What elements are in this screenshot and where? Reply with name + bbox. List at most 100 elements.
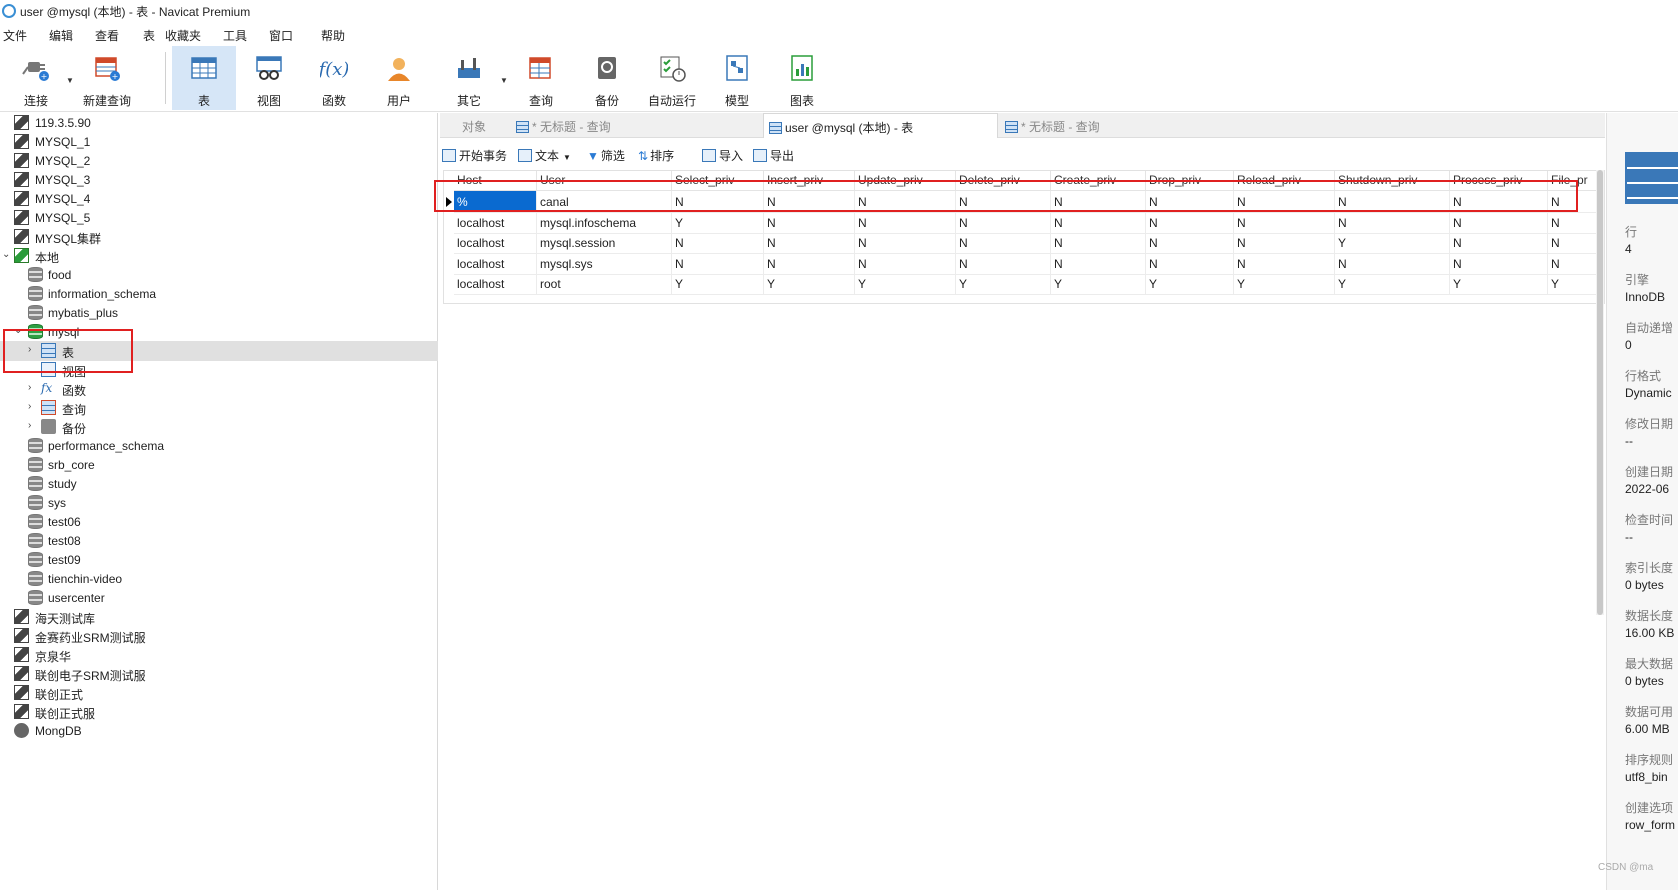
table-cell[interactable]: N [672,191,764,213]
chevron-right-icon[interactable]: › [28,344,31,355]
table-cell[interactable]: localhost [454,232,537,254]
tree-backups[interactable]: › 备份 [0,417,438,437]
auto-run-button[interactable]: 自动运行 [641,46,703,110]
column-header[interactable]: Process_priv [1450,171,1548,191]
tree-database[interactable]: test09 [0,550,438,570]
query-button[interactable]: 查询 [510,46,572,110]
table-cell[interactable]: N [1335,252,1450,275]
table-cell[interactable]: localhost [454,252,537,275]
tree-connection[interactable]: MYSQL_5 [0,208,438,228]
table-cell[interactable]: N [1146,191,1234,213]
table-cell[interactable]: N [764,191,855,213]
tree-views[interactable]: 视图 [0,360,438,380]
tree-database[interactable]: sys [0,493,438,513]
tree-database[interactable]: test08 [0,531,438,551]
backup-button[interactable]: 备份 [576,46,638,110]
column-header[interactable]: Shutdown_priv [1335,171,1450,191]
chevron-right-icon[interactable]: › [28,401,31,412]
tab-untitled-query-1[interactable]: * 无标题 - 查询 [516,113,611,138]
menu-tools[interactable]: 工具 [223,27,247,44]
tab-user-table[interactable]: user @mysql (本地) - 表 [763,113,998,138]
table-cell[interactable]: N [1450,252,1548,275]
tree-database[interactable]: information_schema [0,284,438,304]
function-button[interactable]: f(x) 函数 [303,46,365,110]
table-cell[interactable]: N [855,232,956,254]
table-cell[interactable]: mysql.session [537,232,672,254]
table-cell[interactable]: N [1234,211,1335,234]
tree-connection-local[interactable]: ⌄ 本地 [0,246,438,266]
table-cell[interactable]: root [537,273,672,295]
tree-database-mysql[interactable]: ⌄ mysql [0,322,438,342]
column-header[interactable]: Delete_priv [956,171,1051,191]
tree-connection[interactable]: 联创电子SRM测试服 [0,664,438,684]
tree-database[interactable]: usercenter [0,588,438,608]
table-cell[interactable]: N [855,211,956,234]
tree-connection[interactable]: 金赛药业SRM测试服 [0,626,438,646]
column-header[interactable]: Insert_priv [764,171,855,191]
table-cell[interactable]: Y [1146,273,1234,295]
table-cell[interactable]: localhost [454,211,537,234]
table-cell[interactable]: Y [764,273,855,295]
table-cell[interactable]: Y [672,273,764,295]
tree-functions[interactable]: › fx 函数 [0,379,438,399]
column-header[interactable]: Drop_priv [1146,171,1234,191]
table-cell[interactable]: N [1051,252,1146,275]
tree-database[interactable]: food [0,265,438,285]
tree-connection[interactable]: 联创正式 [0,683,438,703]
table-cell[interactable]: % [454,191,537,213]
tree-connection[interactable]: MYSQL_3 [0,170,438,190]
column-header[interactable]: Host [454,171,537,191]
table-cell[interactable]: N [1335,211,1450,234]
tree-connection[interactable]: MYSQL集群 [0,227,438,247]
column-header[interactable]: Create_priv [1051,171,1146,191]
tree-connection[interactable]: 联创正式服 [0,702,438,722]
tree-database[interactable]: performance_schema [0,436,438,456]
user-button[interactable]: 用户 [368,46,430,110]
table-cell[interactable]: Y [1051,273,1146,295]
table-cell[interactable]: N [1335,191,1450,213]
table-cell[interactable]: N [855,252,956,275]
chevron-down-icon[interactable]: ⌄ [14,325,22,336]
table-cell[interactable]: N [1051,211,1146,234]
table-cell[interactable]: Y [1450,273,1548,295]
tree-queries[interactable]: › 查询 [0,398,438,418]
vertical-scrollbar-thumb[interactable] [1597,170,1603,615]
table-cell[interactable]: localhost [454,273,537,295]
menu-table[interactable]: 表 [143,27,155,44]
menu-window[interactable]: 窗口 [269,27,293,44]
import-button[interactable]: 导入 [702,147,743,164]
menu-file[interactable]: 文件 [3,27,27,44]
table-cell[interactable]: Y [956,273,1051,295]
table-cell[interactable]: Y [672,211,764,234]
connect-dropdown-icon[interactable]: ▼ [66,76,74,85]
table-cell[interactable]: Y [1335,232,1450,254]
column-header[interactable]: User [537,171,672,191]
table-cell[interactable]: N [956,191,1051,213]
table-cell[interactable]: N [1146,252,1234,275]
tab-untitled-query-2[interactable]: * 无标题 - 查询 [1005,113,1100,138]
model-button[interactable]: 模型 [706,46,768,110]
connect-button[interactable]: + 连接 [5,46,67,110]
table-cell[interactable]: N [956,211,1051,234]
menu-view[interactable]: 查看 [95,27,119,44]
table-cell[interactable]: Y [1335,273,1450,295]
other-dropdown-icon[interactable]: ▼ [500,76,508,85]
column-header[interactable]: Update_priv [855,171,956,191]
table-button[interactable]: 表 [172,46,236,110]
tree-database[interactable]: srb_core [0,455,438,475]
chevron-right-icon[interactable]: › [28,382,31,393]
table-cell[interactable]: N [1234,232,1335,254]
column-header[interactable]: Select_priv [672,171,764,191]
table-cell[interactable]: N [1146,211,1234,234]
tree-database[interactable]: mybatis_plus [0,303,438,323]
tree-connection[interactable]: MYSQL_2 [0,151,438,171]
tree-connection[interactable]: 海天测试库 [0,607,438,627]
tree-connection-mongodb[interactable]: MongDB [0,721,438,741]
table-cell[interactable]: N [855,191,956,213]
menu-help[interactable]: 帮助 [321,27,345,44]
new-query-button[interactable]: + 新建查询 [76,46,138,110]
table-cell[interactable]: mysql.sys [537,252,672,275]
tree-connection[interactable]: MYSQL_4 [0,189,438,209]
table-cell[interactable]: N [1146,232,1234,254]
tree-database[interactable]: study [0,474,438,494]
